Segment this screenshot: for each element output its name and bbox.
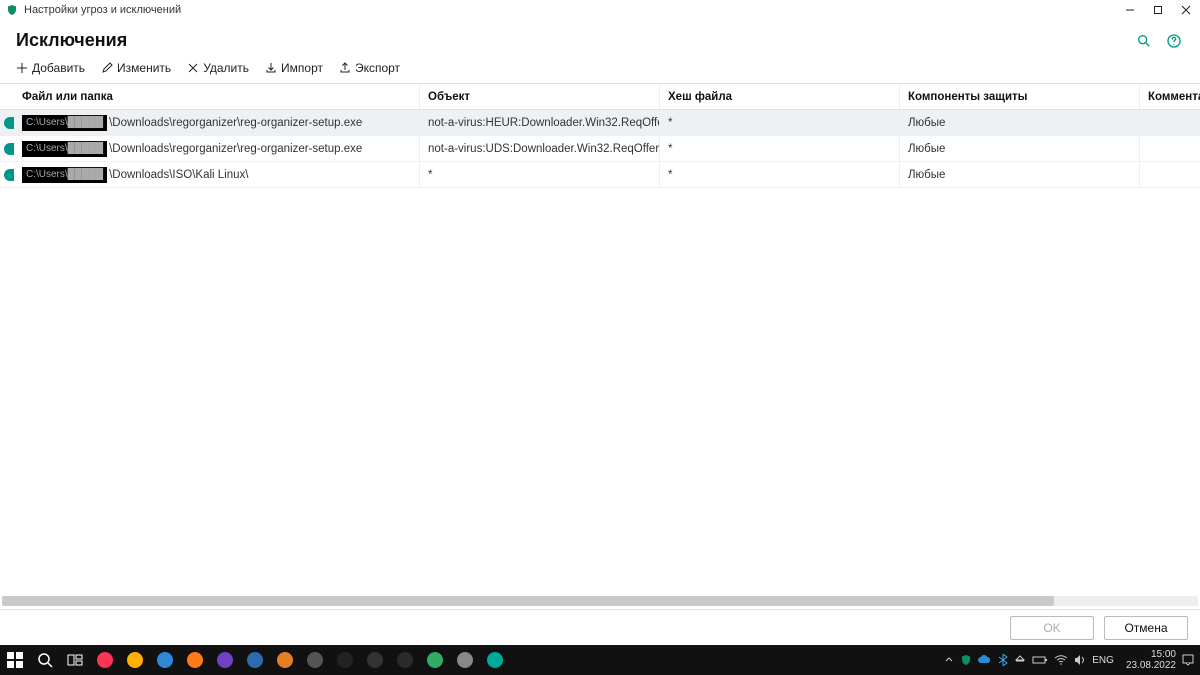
col-comment[interactable]: Комментарий xyxy=(1140,84,1200,109)
tray-battery-icon[interactable] xyxy=(1032,655,1048,665)
col-components[interactable]: Компоненты защиты xyxy=(900,84,1140,109)
file-path: \Downloads\regorganizer\reg-organizer-se… xyxy=(109,117,362,129)
taskbar-app-taskview[interactable] xyxy=(60,645,90,675)
export-icon xyxy=(339,62,351,74)
comment-cell xyxy=(1140,136,1200,161)
col-hash[interactable]: Хеш файла xyxy=(660,84,900,109)
hash-cell: * xyxy=(660,136,900,161)
minimize-button[interactable] xyxy=(1116,0,1144,20)
windows-taskbar: ENG 15:00 23.08.2022 xyxy=(0,645,1200,675)
maximize-button[interactable] xyxy=(1144,0,1172,20)
object-cell: not-a-virus:HEUR:Downloader.Win32.ReqOff… xyxy=(420,110,660,135)
comment-cell xyxy=(1140,162,1200,187)
window-title: Настройки угроз и исключений xyxy=(24,4,181,16)
taskbar-app-app7[interactable] xyxy=(270,645,300,675)
taskbar-app-app12[interactable] xyxy=(420,645,450,675)
taskbar-app-app11[interactable] xyxy=(390,645,420,675)
components-cell: Любые xyxy=(900,136,1140,161)
table-header: Файл или папка Объект Хеш файла Компонен… xyxy=(0,84,1200,110)
toolbar: Добавить Изменить Удалить Импорт Экспорт xyxy=(0,57,1200,83)
taskbar-app-search[interactable] xyxy=(30,645,60,675)
title-bar: Настройки угроз и исключений xyxy=(0,0,1200,20)
tray-wifi-icon[interactable] xyxy=(1054,655,1068,665)
taskbar-app-app2[interactable] xyxy=(120,645,150,675)
tray-time: 15:00 xyxy=(1126,649,1176,660)
add-button[interactable]: Добавить xyxy=(16,61,85,75)
taskbar-app-app4[interactable] xyxy=(180,645,210,675)
hash-cell: * xyxy=(660,110,900,135)
plus-icon xyxy=(16,62,28,74)
tray-clock[interactable]: 15:00 23.08.2022 xyxy=(1120,649,1176,671)
export-button[interactable]: Экспорт xyxy=(339,61,400,75)
tray-notifications-icon[interactable] xyxy=(1182,654,1194,666)
edit-button[interactable]: Изменить xyxy=(101,61,171,75)
hash-cell: * xyxy=(660,162,900,187)
search-icon[interactable] xyxy=(1134,31,1154,51)
enable-toggle[interactable] xyxy=(4,143,14,155)
comment-cell xyxy=(1140,110,1200,135)
exclusions-table: Файл или папка Объект Хеш файла Компонен… xyxy=(0,84,1200,595)
add-label: Добавить xyxy=(32,61,85,75)
edit-label: Изменить xyxy=(117,61,171,75)
taskbar-app-app5[interactable] xyxy=(210,645,240,675)
help-icon[interactable] xyxy=(1164,31,1184,51)
enable-toggle[interactable] xyxy=(4,117,14,129)
ok-button[interactable]: OK xyxy=(1010,616,1094,640)
components-cell: Любые xyxy=(900,110,1140,135)
import-icon xyxy=(265,62,277,74)
horizontal-scrollbar[interactable] xyxy=(0,595,1200,609)
redacted-path: C:\Users\█████ xyxy=(22,167,107,183)
export-label: Экспорт xyxy=(355,61,400,75)
col-object[interactable]: Объект xyxy=(420,84,660,109)
taskbar-app-app6[interactable] xyxy=(240,645,270,675)
taskbar-app-start[interactable] xyxy=(0,645,30,675)
tray-bluetooth-icon[interactable] xyxy=(998,654,1008,666)
tray-eject-icon[interactable] xyxy=(1014,655,1026,665)
file-path: \Downloads\regorganizer\reg-organizer-se… xyxy=(109,143,362,155)
app-shield-icon xyxy=(6,4,18,16)
tray-shield-icon[interactable] xyxy=(960,654,972,666)
taskbar-app-app9[interactable] xyxy=(330,645,360,675)
delete-label: Удалить xyxy=(203,61,249,75)
enable-toggle[interactable] xyxy=(4,169,14,181)
page-header: Исключения xyxy=(0,20,1200,57)
close-button[interactable] xyxy=(1172,0,1200,20)
col-file[interactable]: Файл или папка xyxy=(14,84,420,109)
table-row[interactable]: C:\Users\█████ \Downloads\regorganizer\r… xyxy=(0,136,1200,162)
taskbar-app-app3[interactable] xyxy=(150,645,180,675)
table-row[interactable]: C:\Users\█████ \Downloads\regorganizer\r… xyxy=(0,110,1200,136)
taskbar-app-app10[interactable] xyxy=(360,645,390,675)
redacted-path: C:\Users\█████ xyxy=(22,141,107,157)
object-cell: * xyxy=(420,162,660,187)
tray-volume-icon[interactable] xyxy=(1074,655,1086,665)
tray-onedrive-icon[interactable] xyxy=(978,655,992,665)
cancel-button[interactable]: Отмена xyxy=(1104,616,1188,640)
components-cell: Любые xyxy=(900,162,1140,187)
taskbar-app-app1[interactable] xyxy=(90,645,120,675)
dialog-footer: OK Отмена xyxy=(0,609,1200,645)
tray-date: 23.08.2022 xyxy=(1126,660,1176,671)
import-label: Импорт xyxy=(281,61,323,75)
taskbar-app-app8[interactable] xyxy=(300,645,330,675)
table-row[interactable]: C:\Users\█████ \Downloads\ISO\Kali Linux… xyxy=(0,162,1200,188)
file-path: \Downloads\ISO\Kali Linux\ xyxy=(109,169,248,181)
object-cell: not-a-virus:UDS:Downloader.Win32.ReqOffe… xyxy=(420,136,660,161)
import-button[interactable]: Импорт xyxy=(265,61,323,75)
x-icon xyxy=(187,62,199,74)
tray-up-icon[interactable] xyxy=(944,655,954,665)
pencil-icon xyxy=(101,62,113,74)
taskbar-app-app13[interactable] xyxy=(450,645,480,675)
tray-lang[interactable]: ENG xyxy=(1092,655,1114,666)
redacted-path: C:\Users\█████ xyxy=(22,115,107,131)
delete-button[interactable]: Удалить xyxy=(187,61,249,75)
taskbar-app-app14[interactable] xyxy=(480,645,510,675)
page-title: Исключения xyxy=(16,30,1124,51)
